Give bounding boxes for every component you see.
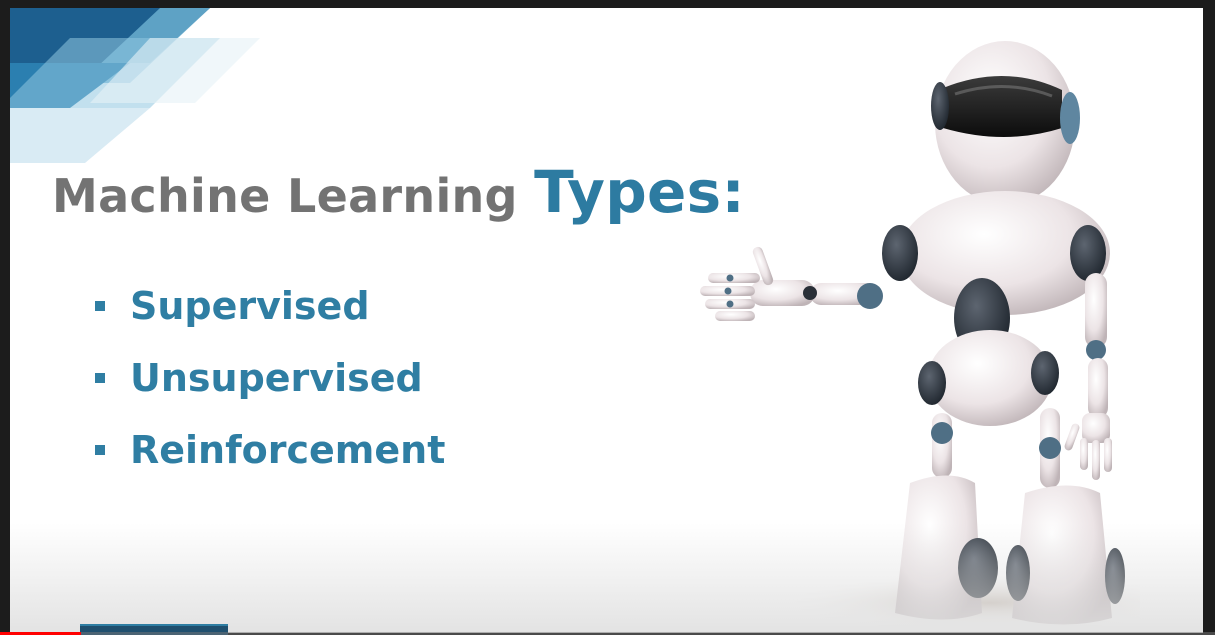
square-bullet-icon	[95, 301, 105, 311]
slide-title-main: Machine Learning	[52, 169, 535, 223]
bullet-item-reinforcement: Reinforcement	[95, 414, 445, 486]
bullet-item-supervised: Supervised	[95, 270, 445, 342]
slide-bottom-shade	[10, 523, 1203, 633]
square-bullet-icon	[95, 445, 105, 455]
square-bullet-icon	[95, 373, 105, 383]
presentation-slide: Machine Learning Types: Supervised Unsup…	[10, 8, 1203, 633]
bullet-label: Reinforcement	[130, 428, 446, 472]
slide-title: Machine Learning Types:	[52, 158, 745, 226]
bullet-label: Unsupervised	[130, 356, 423, 400]
bullet-list: Supervised Unsupervised Reinforcement	[95, 270, 445, 486]
bullet-label: Supervised	[130, 284, 370, 328]
video-frame[interactable]: Machine Learning Types: Supervised Unsup…	[0, 0, 1215, 635]
bullet-item-unsupervised: Unsupervised	[95, 342, 445, 414]
corner-decoration	[10, 8, 260, 163]
